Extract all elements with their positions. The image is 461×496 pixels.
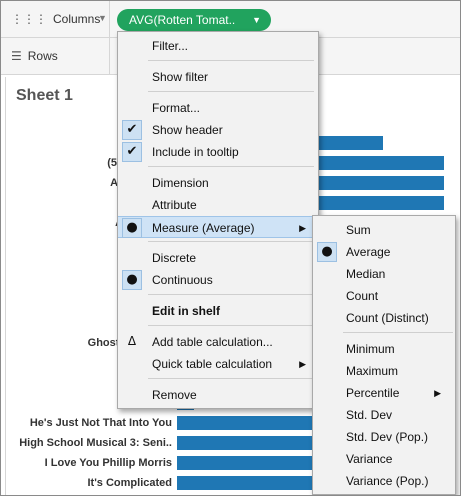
submenu-item-label: Std. Dev (Pop.) (346, 430, 429, 444)
measure-pill-label: AVG(Rotten Tomat.. (129, 13, 236, 27)
tableau-worksheet: ⋮⋮⋮ Columns ▼ AVG(Rotten Tomat.. ▼ ☰ Row… (0, 0, 461, 496)
submenu-item-average[interactable]: ● Average (313, 241, 455, 263)
check-icon: ✔ (122, 142, 142, 162)
menu-separator (148, 294, 314, 295)
menu-item-show-header[interactable]: ✔ Show header (118, 119, 318, 141)
submenu-item-label: Minimum (346, 342, 395, 356)
submenu-item-count-distinct[interactable]: Count (Distinct) (313, 307, 455, 329)
row-header-label: It's Complicated (87, 477, 172, 489)
menu-item-filter[interactable]: Filter... (118, 35, 318, 57)
submenu-item-label: Count (346, 289, 379, 303)
submenu-item-std-dev-pop[interactable]: Std. Dev (Pop.) (313, 426, 455, 448)
columns-icon: ⋮⋮⋮ (11, 12, 47, 26)
menu-item-label: Filter... (152, 39, 189, 53)
submenu-item-variance-pop[interactable]: Variance (Pop.) (313, 470, 455, 492)
menu-item-label: Format... (152, 101, 201, 115)
bullet-icon: ● (317, 242, 337, 262)
submenu-item-label: Average (346, 245, 391, 259)
submenu-item-label: Sum (346, 223, 371, 237)
row-header-label: He's Just Not That Into You (29, 417, 172, 429)
submenu-item-std-dev[interactable]: Std. Dev (313, 404, 455, 426)
menu-item-label: Measure (Average) (152, 221, 255, 235)
submenu-item-label: Variance (346, 452, 393, 466)
bullet-icon: ● (122, 218, 142, 238)
submenu-item-label: Median (346, 267, 386, 281)
shelf-dropdown-icon[interactable]: ▼ (98, 13, 107, 23)
bullet-icon: ● (122, 270, 142, 290)
menu-item-label: Quick table calculation (152, 357, 273, 371)
submenu-item-label: Maximum (346, 364, 399, 378)
menu-item-measure-average[interactable]: ● Measure (Average) ▶ (118, 216, 318, 238)
menu-item-add-table-calculation[interactable]: Δ Add table calculation... (118, 331, 318, 353)
columns-shelf-label: Columns (53, 12, 101, 26)
menu-item-show-filter[interactable]: Show filter (118, 66, 318, 88)
menu-separator (148, 378, 314, 379)
menu-separator (148, 241, 314, 242)
menu-item-label: Discrete (152, 251, 197, 265)
menu-item-label: Show header (152, 123, 223, 137)
submenu-item-label: Variance (Pop.) (346, 474, 429, 488)
submenu-item-sum[interactable]: Sum (313, 219, 455, 241)
menu-item-include-in-tooltip[interactable]: ✔ Include in tooltip (118, 141, 318, 163)
pill-context-menu: Filter... Show filter Format... ✔ Show heade… (117, 31, 319, 409)
menu-separator (148, 91, 314, 92)
row-header-label: High School Musical 3: Seni.. (19, 437, 172, 449)
menu-item-attribute[interactable]: Attribute (118, 194, 318, 216)
submenu-arrow-icon: ▶ (299, 359, 306, 369)
menu-item-dimension[interactable]: Dimension (118, 172, 318, 194)
submenu-item-label: Percentile (346, 386, 400, 400)
check-icon: ✔ (122, 120, 142, 140)
menu-item-label: Show filter (152, 70, 209, 84)
submenu-separator (343, 332, 453, 333)
submenu-item-minimum[interactable]: Minimum (313, 338, 455, 360)
submenu-item-label: Count (Distinct) (346, 311, 429, 325)
rows-shelf-label: Rows (27, 49, 58, 63)
submenu-item-count[interactable]: Count (313, 285, 455, 307)
menu-item-remove[interactable]: Remove (118, 384, 318, 406)
aggregation-submenu: Sum ● Average Median Count Count (Distinct) Mi… (312, 215, 456, 495)
sheet-title: Sheet 1 (16, 87, 73, 104)
menu-item-label: Dimension (152, 176, 209, 190)
rows-icon: ☰ (11, 49, 22, 63)
delta-icon: Δ (127, 334, 137, 348)
rows-shelf-label-group: ☰ Rows (11, 38, 58, 74)
submenu-item-maximum[interactable]: Maximum (313, 360, 455, 382)
menu-separator (148, 166, 314, 167)
menu-item-label: Add table calculation... (152, 335, 273, 349)
columns-shelf-label-group: ⋮⋮⋮ Columns (11, 1, 100, 37)
menu-item-label: Attribute (152, 198, 197, 212)
menu-item-continuous[interactable]: ● Continuous (118, 269, 318, 291)
shelf-divider (109, 1, 110, 37)
submenu-arrow-icon: ▶ (299, 223, 306, 233)
menu-item-label: Remove (152, 388, 197, 402)
submenu-item-median[interactable]: Median (313, 263, 455, 285)
submenu-item-variance[interactable]: Variance (313, 448, 455, 470)
submenu-item-percentile[interactable]: Percentile ▶ (313, 382, 455, 404)
menu-item-quick-table-calculation[interactable]: Quick table calculation ▶ (118, 353, 318, 375)
menu-item-discrete[interactable]: Discrete (118, 247, 318, 269)
shelf-divider (109, 38, 110, 74)
menu-item-format[interactable]: Format... (118, 97, 318, 119)
row-header-label: I Love You Phillip Morris (44, 457, 172, 469)
submenu-item-label: Std. Dev (346, 408, 393, 422)
measure-pill[interactable]: AVG(Rotten Tomat.. ▼ (117, 9, 271, 31)
menu-item-label: Edit in shelf (152, 304, 221, 318)
menu-item-label: Continuous (152, 273, 213, 287)
menu-separator (148, 325, 314, 326)
menu-separator (148, 60, 314, 61)
pill-caret-icon[interactable]: ▼ (252, 9, 261, 31)
menu-item-edit-in-shelf[interactable]: Edit in shelf (118, 300, 318, 322)
menu-item-label: Include in tooltip (152, 145, 239, 159)
submenu-arrow-icon: ▶ (434, 388, 441, 398)
